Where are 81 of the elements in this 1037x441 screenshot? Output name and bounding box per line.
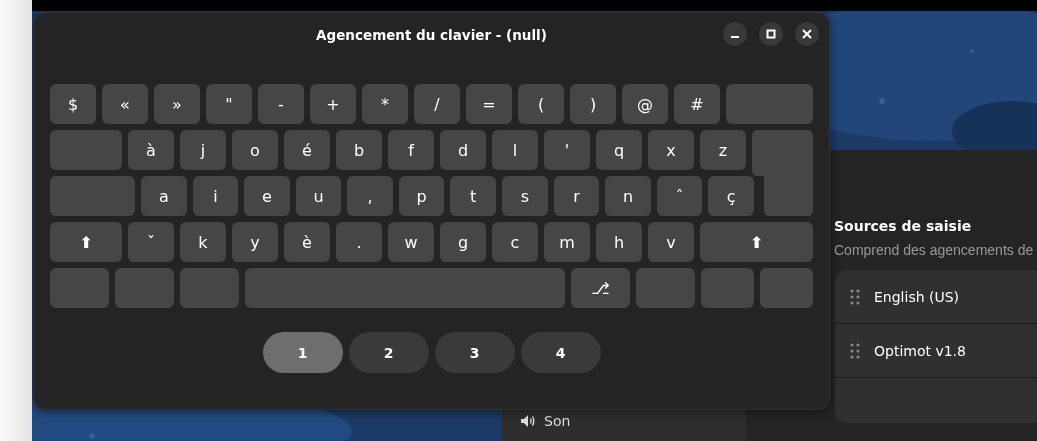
key[interactable]: f xyxy=(388,130,434,170)
key[interactable]: $ xyxy=(50,84,96,124)
minimize-icon xyxy=(731,36,739,38)
level-button[interactable]: 2 xyxy=(348,332,429,373)
key[interactable]: z xyxy=(700,130,746,170)
key[interactable]: ˇ xyxy=(128,222,174,262)
key[interactable]: a xyxy=(141,176,187,216)
key[interactable]: n xyxy=(605,176,651,216)
speaker-icon xyxy=(520,414,536,428)
key[interactable] xyxy=(50,176,135,216)
key[interactable]: d xyxy=(440,130,486,170)
key[interactable] xyxy=(760,268,813,308)
key[interactable]: q xyxy=(596,130,642,170)
key[interactable]: , xyxy=(347,176,393,216)
key[interactable]: @ xyxy=(622,84,668,124)
key[interactable]: à xyxy=(128,130,174,170)
key[interactable] xyxy=(701,268,754,308)
key[interactable]: c xyxy=(492,222,538,262)
key[interactable]: ç xyxy=(708,176,754,216)
key[interactable]: r xyxy=(553,176,600,216)
key[interactable] xyxy=(50,130,122,170)
key[interactable]: è xyxy=(284,222,330,262)
close-button[interactable] xyxy=(795,22,819,46)
key[interactable]: ˆ xyxy=(656,176,703,216)
key[interactable]: . xyxy=(336,222,382,262)
key[interactable]: - xyxy=(258,84,304,124)
input-source-name[interactable]: Optimot v1.8 xyxy=(874,342,966,359)
key[interactable]: * xyxy=(362,84,408,124)
key[interactable]: « xyxy=(102,84,148,124)
input-source-name[interactable]: English (US) xyxy=(874,288,960,305)
key[interactable]: » xyxy=(154,84,200,124)
level-button[interactable]: 1 xyxy=(262,332,343,373)
level-button[interactable]: 3 xyxy=(434,332,515,373)
minimize-button[interactable] xyxy=(723,22,747,46)
key[interactable]: p xyxy=(398,176,445,216)
key[interactable]: b xyxy=(336,130,382,170)
drag-handle-icon[interactable] xyxy=(850,288,860,305)
key[interactable]: e xyxy=(244,176,290,216)
key[interactable]: ( xyxy=(518,84,564,124)
key[interactable]: g xyxy=(440,222,486,262)
section-subtitle: Comprend des agencements de xyxy=(834,242,1035,258)
key[interactable]: # xyxy=(674,84,720,124)
shift-key[interactable]: ⬆ xyxy=(700,222,813,262)
altgr-key[interactable]: ⎇ xyxy=(571,268,630,308)
key[interactable]: + xyxy=(310,84,356,124)
maximize-icon xyxy=(766,29,776,39)
drag-handle-icon[interactable] xyxy=(850,342,860,359)
key[interactable]: u xyxy=(295,176,342,216)
key[interactable] xyxy=(180,268,239,308)
key[interactable]: m xyxy=(544,222,590,262)
key[interactable]: w xyxy=(388,222,434,262)
key[interactable]: v xyxy=(648,222,694,262)
shift-key[interactable]: ⬆ xyxy=(50,222,122,262)
key[interactable]: " xyxy=(206,84,252,124)
key[interactable] xyxy=(726,84,813,124)
key[interactable]: i xyxy=(192,176,239,216)
key[interactable]: s xyxy=(502,176,548,216)
key[interactable]: é xyxy=(284,130,330,170)
key[interactable]: k xyxy=(180,222,226,262)
maximize-button[interactable] xyxy=(759,22,783,46)
space-key[interactable] xyxy=(245,268,565,308)
key[interactable]: = xyxy=(466,84,512,124)
key[interactable]: h xyxy=(596,222,642,262)
key[interactable]: y xyxy=(232,222,278,262)
key[interactable] xyxy=(50,268,109,308)
sidebar-item[interactable]: Son xyxy=(544,413,571,429)
enter-key[interactable] xyxy=(752,130,813,216)
key[interactable]: o xyxy=(232,130,278,170)
key[interactable]: l xyxy=(492,130,538,170)
key[interactable] xyxy=(636,268,695,308)
key[interactable]: x xyxy=(648,130,694,170)
key[interactable]: ' xyxy=(544,130,590,170)
key[interactable]: j xyxy=(180,130,226,170)
key[interactable] xyxy=(115,268,174,308)
level-button[interactable]: 4 xyxy=(520,332,601,373)
key[interactable]: ) xyxy=(570,84,616,124)
close-icon xyxy=(802,29,812,39)
key[interactable]: t xyxy=(450,176,497,216)
window-title: Agencement du clavier - (null) xyxy=(316,27,547,43)
section-title: Sources de saisie xyxy=(834,218,973,234)
key[interactable]: / xyxy=(414,84,460,124)
